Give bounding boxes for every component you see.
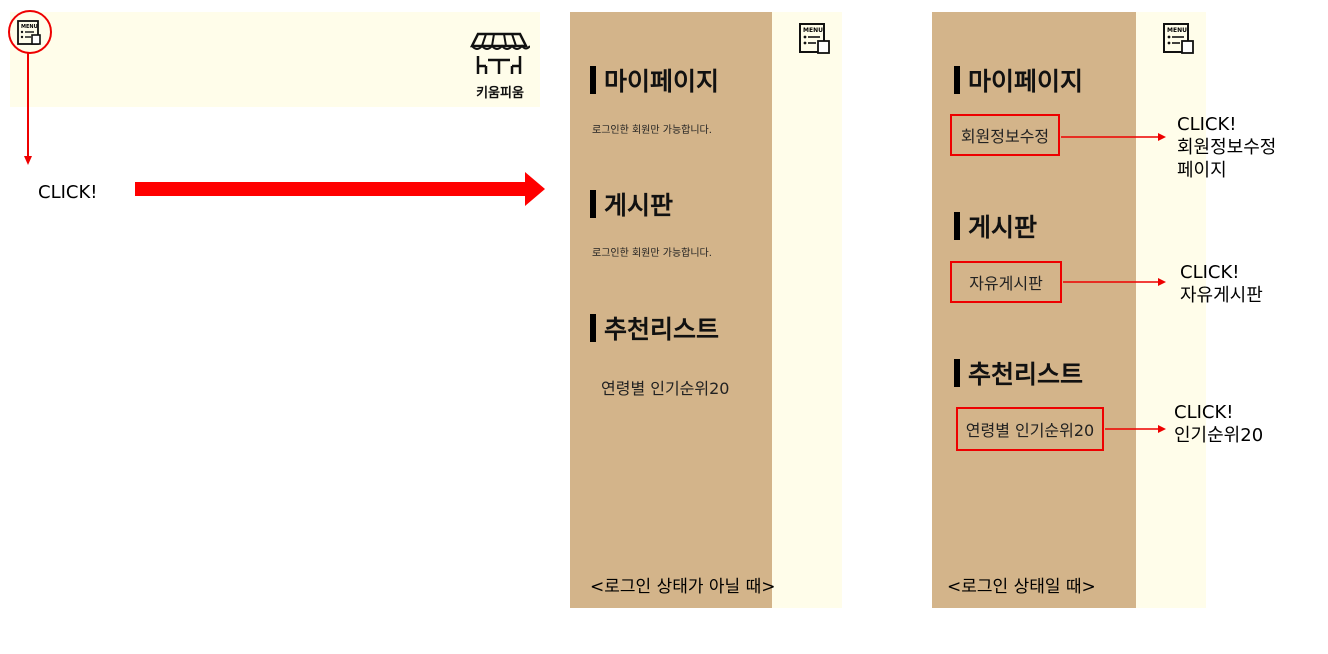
section-heading-recommend: 추천리스트 — [590, 310, 719, 346]
section-title: 게시판 — [604, 191, 674, 220]
callout-popular-ranking: CLICK! 인기순위20 — [1174, 401, 1263, 447]
login-required-note: 로그인한 회원만 가능합니다. — [592, 248, 712, 259]
menu-item-edit-profile[interactable]: 회원정보수정 — [950, 114, 1060, 156]
callout-arrows — [1061, 133, 1166, 433]
menu-item-popular-ranking[interactable]: 연령별 인기순위20 — [601, 375, 730, 399]
state-caption: <로그인 상태일 때> — [947, 577, 1096, 597]
svg-text:MENU: MENU — [1167, 27, 1187, 34]
panel-backdrop — [770, 12, 842, 608]
big-right-arrow — [135, 172, 545, 206]
section-heading-mypage: 마이페이지 — [954, 62, 1083, 98]
section-heading-mypage: 마이페이지 — [590, 62, 719, 98]
heading-bar — [954, 359, 960, 387]
callout-line: 페이지 — [1177, 160, 1227, 181]
section-title: 마이페이지 — [968, 67, 1084, 96]
click-label: CLICK! — [38, 182, 98, 203]
callout-line: 자유게시판 — [1180, 285, 1263, 306]
callout-click: CLICK! — [1177, 114, 1237, 135]
section-title: 마이페이지 — [604, 67, 720, 96]
state-caption: <로그인 상태가 아닐 때> — [590, 577, 776, 597]
brand-name: 키움피움 — [476, 86, 524, 101]
heading-bar — [590, 314, 596, 342]
menu-icon[interactable]: MENU — [798, 22, 832, 56]
menu-icon[interactable]: MENU — [1162, 22, 1196, 56]
section-heading-board: 게시판 — [954, 208, 1037, 244]
callout-click: CLICK! — [1180, 262, 1240, 283]
svg-text:MENU: MENU — [803, 27, 823, 34]
menu-item-label: 자유게시판 — [969, 274, 1043, 293]
heading-bar — [590, 66, 596, 94]
section-heading-board: 게시판 — [590, 186, 673, 222]
section-title: 게시판 — [968, 213, 1038, 242]
callout-free-board: CLICK! 자유게시판 — [1180, 261, 1263, 307]
heading-bar — [954, 66, 960, 94]
heading-bar — [590, 190, 596, 218]
callout-line: 인기순위20 — [1174, 425, 1264, 446]
heading-bar — [954, 212, 960, 240]
login-required-note: 로그인한 회원만 가능합니다. — [592, 125, 712, 136]
section-title: 추천리스트 — [604, 315, 720, 344]
menu-item-label: 회원정보수정 — [960, 127, 1050, 146]
callout-line: 회원정보수정 — [1177, 137, 1277, 158]
menu-item-free-board[interactable]: 자유게시판 — [950, 261, 1062, 303]
callout-edit-profile: CLICK! 회원정보수정 페이지 — [1177, 113, 1276, 182]
callout-click: CLICK! — [1174, 402, 1234, 423]
